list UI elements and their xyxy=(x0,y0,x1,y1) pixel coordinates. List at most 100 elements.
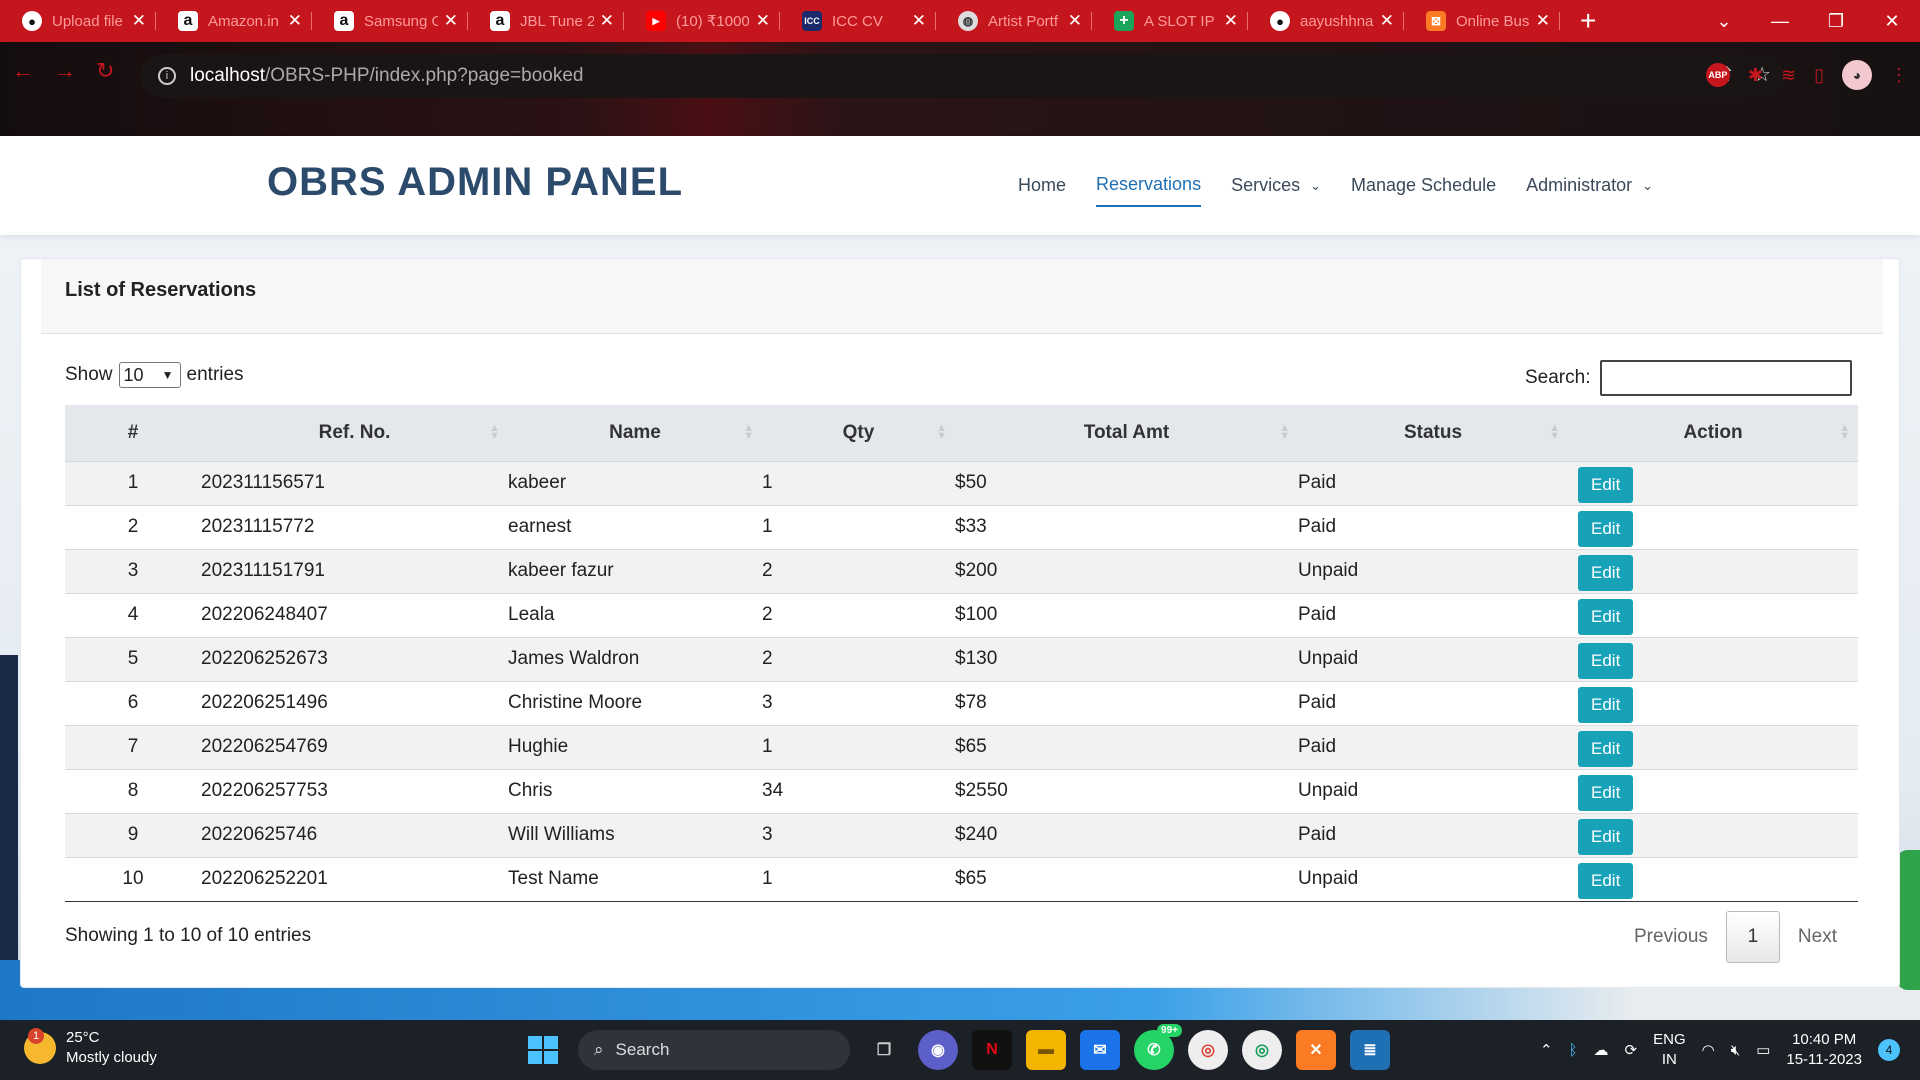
edit-button[interactable]: Edit xyxy=(1578,862,1634,899)
edit-button[interactable]: Edit xyxy=(1578,554,1634,591)
close-tab-icon[interactable]: ✕ xyxy=(1068,11,1082,31)
edit-button[interactable]: Edit xyxy=(1578,510,1634,547)
start-button[interactable] xyxy=(520,1028,564,1072)
back-arrow-icon[interactable]: ← xyxy=(12,58,34,84)
entries-select[interactable]: 10 ▼ xyxy=(118,362,181,388)
close-tab-icon[interactable]: ✕ xyxy=(132,11,146,31)
teams-icon[interactable]: ◉ xyxy=(918,1030,958,1070)
chevron-up-icon[interactable]: ⌃ xyxy=(1540,1041,1553,1059)
search-input[interactable] xyxy=(1600,360,1853,396)
browser-tab[interactable]: ▶ (10) ₹1000 ✕ xyxy=(624,0,780,42)
edit-button[interactable]: Edit xyxy=(1578,774,1634,811)
browser-tab[interactable]: + A SLOT IP ✕ xyxy=(1092,0,1248,42)
brand-title[interactable]: OBRS ADMIN PANEL xyxy=(267,160,683,205)
entries-select-value: 10 xyxy=(123,364,144,385)
tab-search-chevron-icon[interactable]: ⌄ xyxy=(1696,0,1752,42)
sync-icon[interactable]: ⟳ xyxy=(1625,1041,1638,1059)
forward-arrow-icon[interactable]: → xyxy=(54,58,76,84)
browser-tab[interactable]: ICC ICC CV ✕ xyxy=(780,0,936,42)
notepad-icon[interactable]: ≣ xyxy=(1350,1030,1390,1070)
nav-item-home[interactable]: Home xyxy=(1018,174,1066,207)
close-tab-icon[interactable]: ✕ xyxy=(600,11,614,31)
address-bar[interactable]: i localhost/OBRS-PHP/index.php?page=book… xyxy=(140,54,1785,98)
close-tab-icon[interactable]: ✕ xyxy=(444,11,458,31)
close-tab-icon[interactable]: ✕ xyxy=(1536,11,1550,31)
payment-status: Paid xyxy=(1298,812,1568,857)
restore-button[interactable]: ❐ xyxy=(1808,0,1864,42)
browser-tab[interactable]: a Samsung G ✕ xyxy=(312,0,468,42)
browser-tab[interactable]: ◍ Artist Portf ✕ xyxy=(936,0,1092,42)
clock[interactable]: 10:40 PM 15-11-2023 xyxy=(1786,1030,1862,1070)
whatsapp-icon[interactable]: ✆ 99+ xyxy=(1134,1024,1182,1070)
chrome-profile-icon[interactable]: ◎ xyxy=(1188,1030,1228,1070)
edit-button[interactable]: Edit xyxy=(1578,686,1634,723)
close-tab-icon[interactable]: ✕ xyxy=(756,11,770,31)
new-tab-button[interactable]: + xyxy=(1580,5,1596,37)
edit-button[interactable]: Edit xyxy=(1578,642,1634,679)
weather-widget[interactable]: 1 25°C Mostly cloudy xyxy=(24,1028,157,1068)
profile-avatar-icon[interactable]: ◕ xyxy=(1842,60,1872,90)
column-header[interactable]: Ref. No. ▲ ▼ xyxy=(201,405,508,461)
current-page-button[interactable]: 1 xyxy=(1725,911,1780,963)
close-window-button[interactable]: ✕ xyxy=(1864,0,1920,42)
browser-tab[interactable]: a Amazon.in ✕ xyxy=(156,0,312,42)
sheets-icon: + xyxy=(1114,11,1134,31)
reload-icon[interactable]: ↻ xyxy=(96,58,114,84)
column-header[interactable]: Action ▲ ▼ xyxy=(1568,405,1858,461)
nav-item-manage-schedule[interactable]: Manage Schedule xyxy=(1351,174,1496,207)
notification-badge[interactable]: 4 xyxy=(1878,1039,1900,1061)
cloud-icon[interactable]: ☁ xyxy=(1594,1041,1609,1059)
edit-button[interactable]: Edit xyxy=(1578,818,1634,855)
browser-tab[interactable]: ⊠ Online Bus ✕ xyxy=(1404,0,1560,42)
extension-translate-icon[interactable]: ≋ xyxy=(1781,65,1796,86)
file-explorer-icon[interactable]: ▬ xyxy=(1026,1030,1066,1070)
xampp-icon[interactable]: ✕ xyxy=(1296,1030,1336,1070)
taskbar-search[interactable]: ⌕ Search xyxy=(578,1030,850,1070)
nav-item-services[interactable]: Services ⌄ xyxy=(1231,174,1321,207)
minimize-button[interactable]: — xyxy=(1752,0,1808,42)
task-view-icon[interactable]: ❐ xyxy=(864,1030,904,1070)
browser-tab[interactable]: a JBL Tune 2 ✕ xyxy=(468,0,624,42)
nav-item-reservations[interactable]: Reservations xyxy=(1096,174,1202,207)
close-tab-icon[interactable]: ✕ xyxy=(1380,11,1394,31)
side-panel-icon[interactable]: ▯ xyxy=(1814,65,1824,86)
browser-tab[interactable]: ● Upload file ✕ xyxy=(0,0,156,42)
column-header[interactable]: #▲ xyxy=(65,405,261,461)
tab-title: Online Bus xyxy=(1456,12,1530,30)
chevron-down-icon: ⌄ xyxy=(1642,177,1654,193)
battery-icon[interactable]: ▭ xyxy=(1756,1041,1770,1059)
column-header[interactable]: Total Amt ▲ ▼ xyxy=(955,405,1298,461)
site-info-icon[interactable]: i xyxy=(158,67,176,85)
total-amount: $200 xyxy=(955,548,1298,593)
total-amount: $65 xyxy=(955,724,1298,769)
payment-status: Paid xyxy=(1298,680,1568,725)
column-header[interactable]: Qty ▲ ▼ xyxy=(762,405,955,461)
adblock-icon[interactable]: ABP xyxy=(1705,63,1730,87)
close-tab-icon[interactable]: ✕ xyxy=(288,11,302,31)
chrome-icon[interactable]: ◎ xyxy=(1242,1030,1282,1070)
payment-status: Paid xyxy=(1298,592,1568,637)
browser-menu-icon[interactable]: ⋮ xyxy=(1890,65,1908,86)
browser-tab[interactable]: ● aayushhna ✕ xyxy=(1248,0,1404,42)
extension-puzzle-icon[interactable]: ✱ xyxy=(1748,65,1763,86)
edit-button[interactable]: Edit xyxy=(1578,598,1634,635)
edit-button[interactable]: Edit xyxy=(1578,466,1634,503)
volume-muted-icon[interactable]: 🔇︎ xyxy=(1731,1042,1740,1059)
column-header[interactable]: Status ▲ ▼ xyxy=(1298,405,1568,461)
row-number: 4 xyxy=(65,592,201,637)
column-header[interactable]: Name ▲ ▼ xyxy=(508,405,762,461)
tab-title: Artist Portf xyxy=(988,12,1059,30)
close-tab-icon[interactable]: ✕ xyxy=(1224,11,1238,31)
nav-item-administrator[interactable]: Administrator ⌄ xyxy=(1526,174,1653,207)
quantity: 3 xyxy=(762,680,955,725)
bluetooth-icon[interactable]: ᛒ xyxy=(1569,1042,1578,1059)
previous-page-button[interactable]: Previous xyxy=(1616,926,1726,948)
language-indicator[interactable]: ENG IN xyxy=(1653,1030,1686,1070)
address-toolbar: ← → ↻ i localhost/OBRS-PHP/index.php?pag… xyxy=(0,42,1920,140)
netflix-icon[interactable]: N xyxy=(972,1030,1012,1070)
mail-icon[interactable]: ✉ xyxy=(1080,1030,1120,1070)
edit-button[interactable]: Edit xyxy=(1578,730,1634,767)
wifi-icon[interactable]: ◠ xyxy=(1702,1041,1715,1059)
next-page-button[interactable]: Next xyxy=(1780,926,1855,948)
close-tab-icon[interactable]: ✕ xyxy=(912,11,926,31)
